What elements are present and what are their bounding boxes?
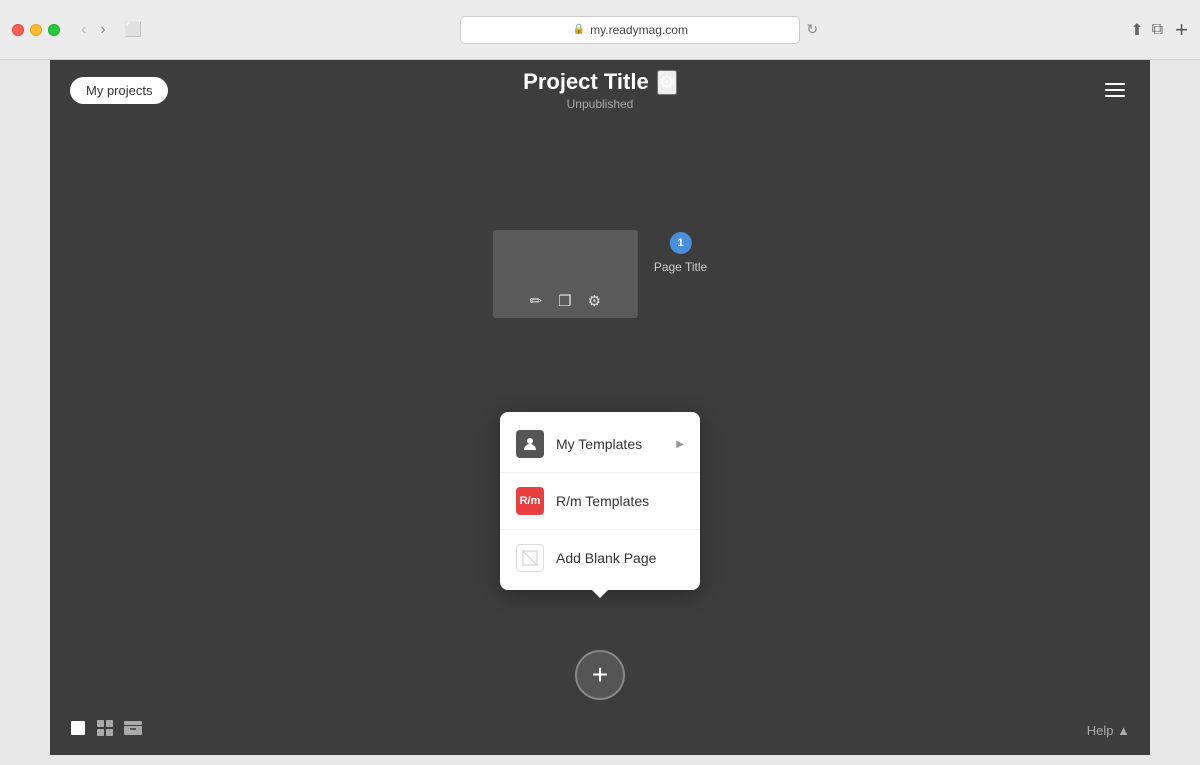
single-view-button[interactable] (70, 720, 86, 741)
page-number-badge: 1 (670, 232, 692, 254)
hamburger-line-2 (1105, 89, 1125, 91)
page-actions: ✏ ❐ ⚙ (530, 292, 601, 310)
project-title-text: Project Title (523, 69, 649, 95)
rm-templates-item[interactable]: R/m R/m Templates (500, 477, 700, 525)
maximize-button[interactable] (48, 24, 60, 36)
project-status: Unpublished (567, 97, 634, 111)
popup-menu: My Templates ▶ R/m R/m Templates Add Bla (500, 412, 700, 590)
blank-page-label: Add Blank Page (556, 550, 656, 566)
menu-divider-2 (500, 529, 700, 530)
page-settings-button[interactable]: ⚙ (588, 292, 601, 310)
address-bar: 🔒 my.readymag.com ↻ (176, 16, 1102, 44)
forward-button[interactable]: › (95, 19, 110, 41)
page-label-area: 1 Page Title (654, 230, 707, 274)
traffic-lights (12, 24, 60, 36)
project-title: Project Title ⚙ (523, 69, 677, 95)
url-field[interactable]: 🔒 my.readymag.com (460, 16, 800, 44)
hamburger-line-3 (1105, 95, 1125, 97)
rm-templates-icon: R/m (516, 487, 544, 515)
project-settings-icon[interactable]: ⚙ (657, 70, 677, 95)
my-templates-item[interactable]: My Templates ▶ (500, 420, 700, 468)
top-bar: My projects Project Title ⚙ Unpublished (50, 60, 1150, 120)
help-button[interactable]: Help ▲ (1087, 723, 1130, 738)
my-templates-arrow: ▶ (676, 439, 684, 450)
new-tab-button[interactable]: + (1175, 17, 1188, 43)
nav-buttons: ‹ › (76, 19, 111, 41)
copy-page-button[interactable]: ❐ (558, 292, 571, 310)
my-projects-button[interactable]: My projects (70, 77, 168, 104)
page-label: Page Title (654, 260, 707, 274)
lock-icon: 🔒 (573, 24, 585, 35)
my-templates-icon (516, 430, 544, 458)
bottom-bar: Help ▲ (50, 705, 1150, 755)
edit-page-button[interactable]: ✏ (530, 292, 543, 310)
back-button[interactable]: ‹ (76, 19, 91, 41)
view-controls (70, 719, 142, 742)
minimize-button[interactable] (30, 24, 42, 36)
url-text: my.readymag.com (590, 23, 688, 37)
archive-view-button[interactable] (124, 721, 142, 740)
add-blank-page-item[interactable]: Add Blank Page (500, 534, 700, 582)
rm-templates-label: R/m Templates (556, 493, 649, 509)
reload-button[interactable]: ↻ (806, 21, 818, 38)
project-title-area: Project Title ⚙ Unpublished (523, 69, 677, 111)
page-thumbnail[interactable]: ✏ ❐ ⚙ (493, 230, 638, 318)
content-area: ✏ ❐ ⚙ 1 Page Title My Templates (50, 120, 1150, 705)
duplicate-button[interactable]: ⧉ (1152, 21, 1163, 39)
add-page-button[interactable]: + (575, 650, 625, 700)
rm-icon-text: R/m (520, 495, 541, 507)
my-templates-label: My Templates (556, 436, 642, 452)
reader-button[interactable]: ⬜ (119, 17, 148, 42)
page-card-area: ✏ ❐ ⚙ 1 Page Title (493, 230, 707, 318)
blank-page-icon (516, 544, 544, 572)
grid-view-button[interactable] (96, 719, 114, 742)
browser-chrome: ‹ › ⬜ 🔒 my.readymag.com ↻ ⬆ ⧉ + (0, 0, 1200, 60)
close-button[interactable] (12, 24, 24, 36)
menu-divider-1 (500, 472, 700, 473)
hamburger-menu-button[interactable] (1100, 78, 1130, 102)
hamburger-line-1 (1105, 83, 1125, 85)
browser-actions: ⬆ ⧉ (1130, 20, 1163, 40)
share-button[interactable]: ⬆ (1130, 20, 1143, 40)
app-container: My projects Project Title ⚙ Unpublished … (50, 60, 1150, 755)
